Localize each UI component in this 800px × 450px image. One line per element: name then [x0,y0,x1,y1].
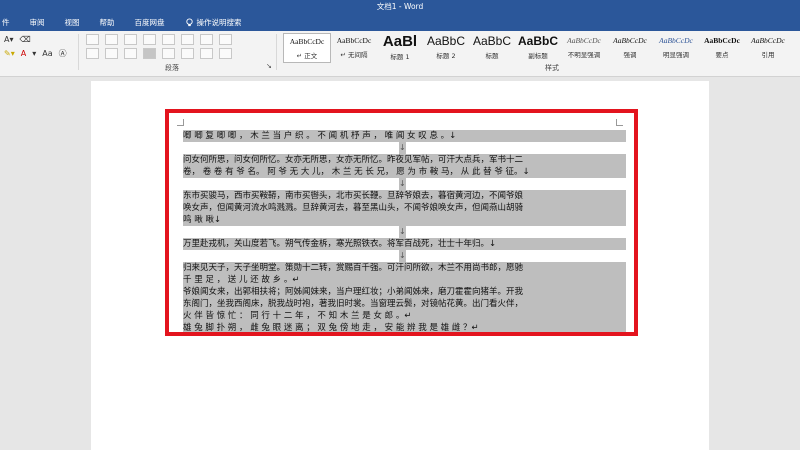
font-color-row: ✎▾ A ▾ Aa Ⓐ [4,48,67,59]
style-preview: AaBbC [517,34,558,48]
styles-gallery: AaBbCcDc ↵ 正文 AaBbCcDc ↵ 无间隔 AaBl 标题 1 A… [283,33,791,63]
numbering-icon[interactable] [105,34,118,45]
align-right-icon[interactable] [124,48,137,59]
menu-file[interactable]: 件 [0,14,20,31]
style-preview: AaBbC [426,34,466,48]
style-preview: AaBbCcDc [751,36,785,45]
tell-me-search[interactable]: 操作说明搜索 [175,14,252,31]
style-preview: AaBbCcDc [613,36,647,45]
clear-format-icon[interactable]: ⌫ [20,35,31,44]
style-quote[interactable]: AaBbCcDc 引用 [745,33,791,61]
style-name: ↵ 无间隔 [340,51,368,59]
style-name: 引用 [761,51,775,59]
paragraph-group-label: 段落 [165,64,179,72]
search-label: 操作说明搜索 [196,18,242,27]
style-name: 标题 1 [390,53,410,61]
style-no-spacing[interactable]: AaBbCcDc ↵ 无间隔 [331,33,377,61]
style-preview: AaBbCcDc [659,36,693,45]
style-emphasis[interactable]: AaBbCcDc 强调 [607,33,653,61]
style-name: 明显强调 [663,51,689,59]
style-normal[interactable]: AaBbCcDc ↵ 正文 [283,33,331,63]
chinese-layout-icon[interactable] [181,34,194,45]
style-preview: AaBbCcDc [704,36,740,45]
distributed-icon[interactable] [162,48,175,59]
style-subtitle[interactable]: AaBbC 副标题 [515,33,561,61]
style-preview: AaBl [382,33,418,50]
style-name: 副标题 [528,52,548,60]
increase-indent-icon[interactable] [162,34,175,45]
style-heading-2[interactable]: AaBbC 标题 2 [423,33,469,61]
phonetic-icon[interactable]: Aa [42,49,52,58]
borders-icon[interactable] [219,48,232,59]
style-preview: AaBbCcDc [289,37,325,46]
menu-review[interactable]: 审阅 [20,14,55,31]
font-color-icon[interactable]: A [21,49,26,58]
style-intense-emphasis[interactable]: AaBbCcDc 明显强调 [653,33,699,61]
align-center-icon[interactable] [105,48,118,59]
selection-highlight-box [165,109,638,336]
decrease-indent-icon[interactable] [143,34,156,45]
paragraph-dialog-launcher-icon[interactable]: ↘ [266,62,272,70]
separator [276,34,277,70]
font-tools-row: A▾ ⌫ [4,35,31,44]
line-spacing-icon[interactable] [181,48,194,59]
style-title[interactable]: AaBbC 标题 [469,33,515,61]
menu-bar: 件 审阅 视图 帮助 百度网盘 操作说明搜索 [0,14,800,31]
lightbulb-icon [185,18,193,27]
paragraph-row-1 [86,34,232,45]
title-bar: 文档1 - Word [0,0,800,14]
style-name: 强调 [623,51,637,59]
style-strong[interactable]: AaBbCcDc 要点 [699,33,745,61]
style-preview: AaBbCcDc [567,36,601,45]
font-size-down-icon[interactable]: A▾ [4,35,14,44]
bullets-icon[interactable] [86,34,99,45]
highlight-color-icon[interactable]: ✎▾ [4,49,15,58]
align-left-icon[interactable] [86,48,99,59]
styles-group-label: 样式 [545,64,559,72]
style-name: 标题 [485,52,499,60]
font-color-dropdown-icon[interactable]: ▾ [32,49,36,58]
sort-icon[interactable] [200,34,213,45]
style-preview: AaBbCcDc [336,36,372,45]
ribbon: A▾ ⌫ ✎▾ A ▾ Aa Ⓐ 段落 ↘ AaBbCcDc ↵ 正文 AaBb… [0,31,800,77]
paragraph-row-2 [86,48,232,59]
style-name: 不明显强调 [567,51,601,59]
menu-baidu-netdisk[interactable]: 百度网盘 [125,14,175,31]
shading-icon[interactable] [200,48,213,59]
enclose-char-icon[interactable]: Ⓐ [59,48,67,59]
style-name: ↵ 正文 [296,52,318,60]
multilevel-list-icon[interactable] [124,34,137,45]
style-preview: AaBbC [472,34,512,48]
menu-view[interactable]: 视图 [55,14,90,31]
justify-icon[interactable] [143,48,156,59]
show-marks-icon[interactable] [219,34,232,45]
style-heading-1[interactable]: AaBl 标题 1 [377,33,423,61]
separator [78,34,79,70]
style-name: 标题 2 [436,52,456,60]
style-name: 要点 [715,51,729,59]
style-subtle-emphasis[interactable]: AaBbCcDc 不明显强调 [561,33,607,61]
window-title: 文档1 - Word [376,2,424,11]
menu-help[interactable]: 帮助 [90,14,125,31]
